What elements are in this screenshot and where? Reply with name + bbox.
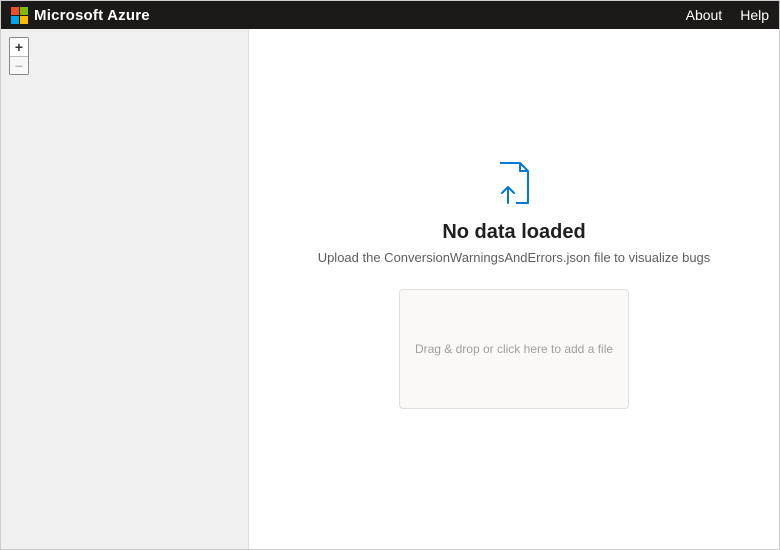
header-bar: Microsoft Azure About Help (1, 1, 779, 29)
brand-logo: Microsoft Azure (11, 7, 150, 24)
zoom-in-button[interactable]: + (10, 38, 28, 56)
empty-state-subtitle: Upload the ConversionWarningsAndErrors.j… (318, 250, 711, 265)
dropzone-label: Drag & drop or click here to add a file (415, 342, 613, 356)
sidebar-panel: + − (1, 29, 249, 549)
microsoft-logo-icon (11, 7, 28, 24)
empty-state-title: No data loaded (442, 221, 585, 244)
help-link[interactable]: Help (740, 7, 769, 23)
brand-text: Microsoft Azure (34, 7, 150, 24)
main-panel: No data loaded Upload the ConversionWarn… (249, 29, 779, 549)
about-link[interactable]: About (686, 7, 723, 23)
zoom-controls: + − (9, 37, 29, 75)
zoom-out-button[interactable]: − (10, 56, 28, 74)
file-dropzone[interactable]: Drag & drop or click here to add a file (399, 289, 629, 409)
file-upload-icon (490, 159, 538, 207)
content-area: + − No data loaded Upload the Conversion… (1, 29, 779, 549)
